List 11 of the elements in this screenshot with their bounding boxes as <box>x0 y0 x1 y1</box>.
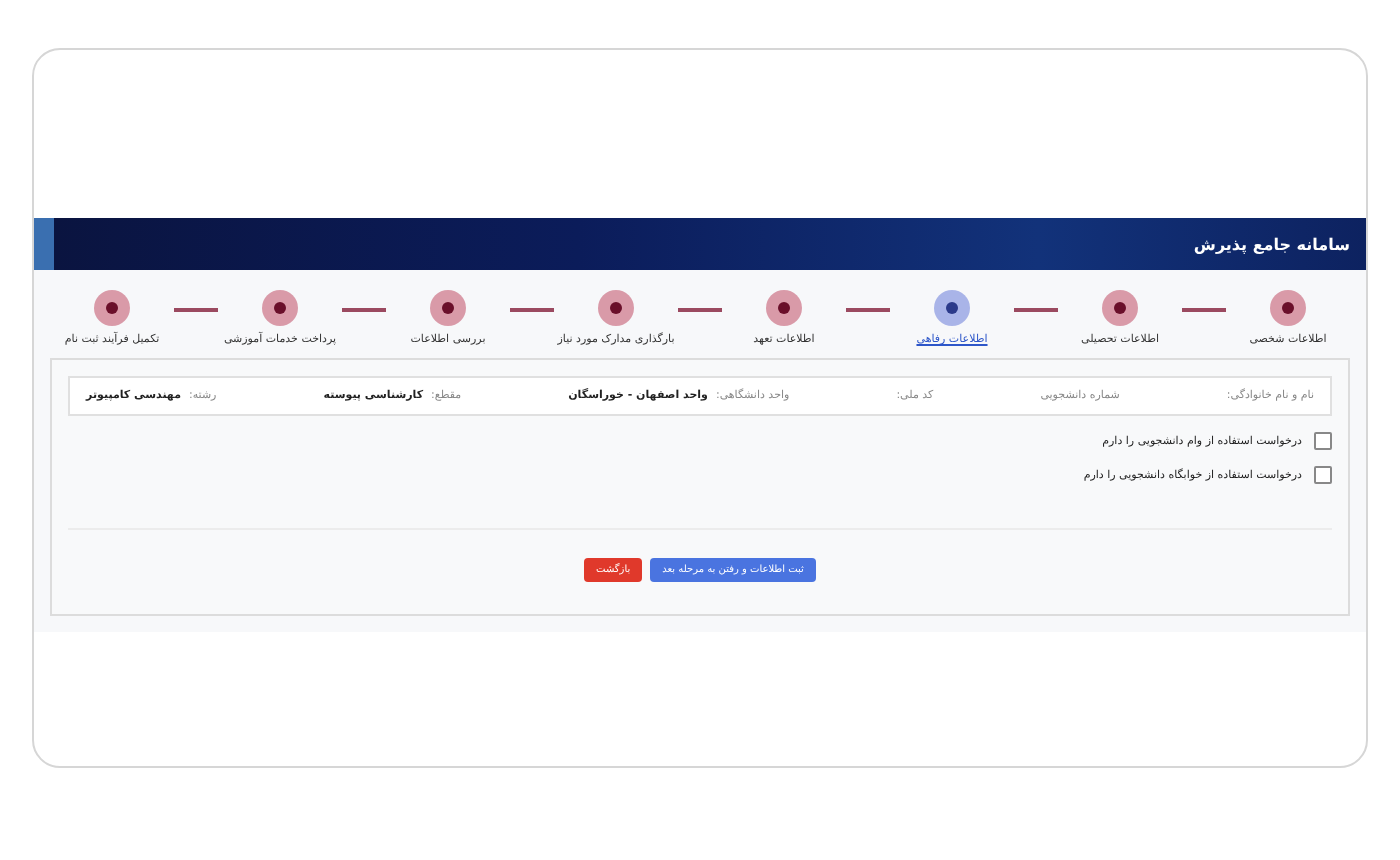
step-marker[interactable] <box>94 290 130 326</box>
step-marker[interactable] <box>766 290 802 326</box>
checkbox[interactable] <box>1314 432 1332 450</box>
app-title: سامانه جامع پذیرش <box>1193 235 1350 253</box>
step-marker[interactable] <box>598 290 634 326</box>
step-marker[interactable] <box>1270 290 1306 326</box>
step-marker[interactable] <box>1102 290 1138 326</box>
checkbox[interactable] <box>1314 466 1332 484</box>
step-marker[interactable] <box>262 290 298 326</box>
step-marker[interactable] <box>934 290 970 326</box>
step-marker[interactable] <box>430 290 466 326</box>
